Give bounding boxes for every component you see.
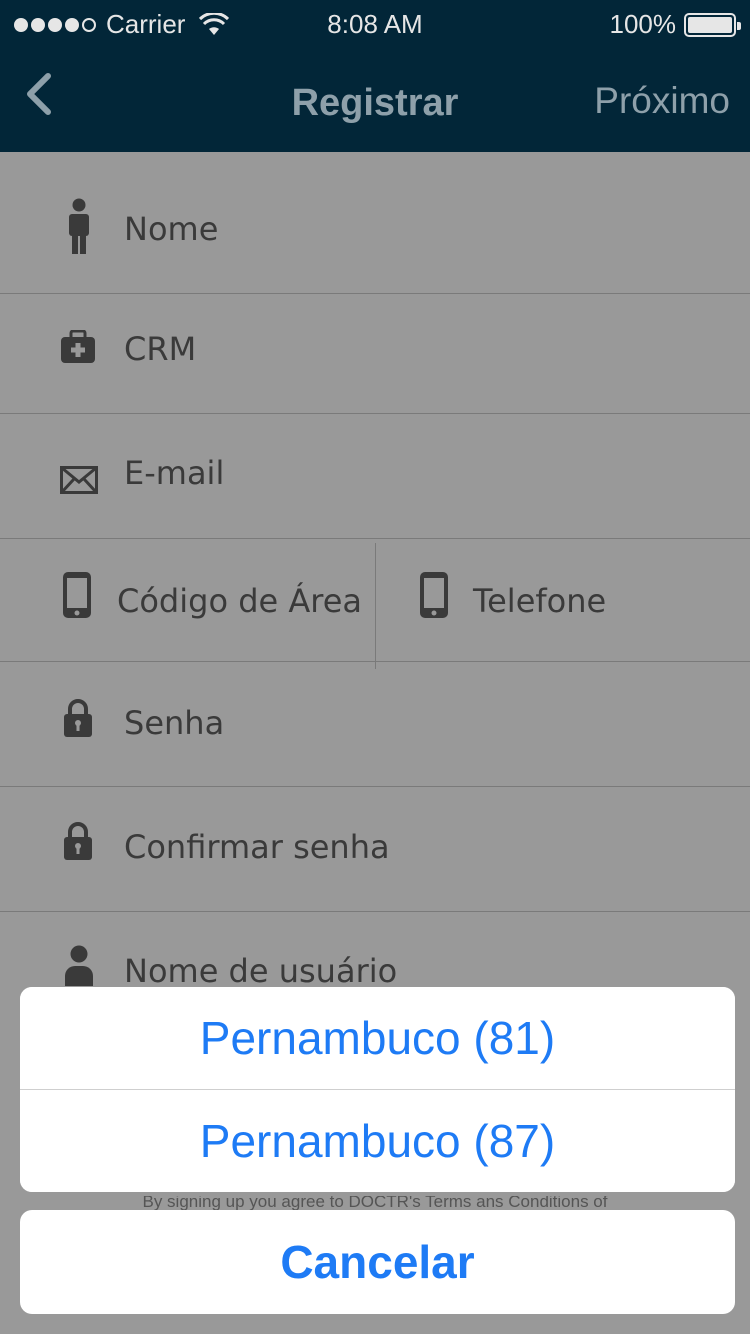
crm-placeholder: CRM — [124, 330, 197, 368]
phone-row: Código de Área Telefone — [0, 539, 750, 669]
next-button[interactable]: Próximo — [594, 80, 730, 122]
email-field[interactable]: E-mail — [0, 414, 750, 539]
nav-bar: Registrar Próximo — [0, 48, 750, 152]
crm-field[interactable]: CRM — [0, 294, 750, 414]
confirm-password-placeholder: Confirmar senha — [124, 828, 390, 866]
area-code-placeholder: Código de Área — [117, 582, 362, 620]
email-placeholder: E-mail — [124, 454, 225, 492]
phone-placeholder: Telefone — [473, 582, 607, 620]
medical-kit-icon — [61, 330, 95, 363]
password-placeholder: Senha — [124, 704, 225, 742]
terms-text: By signing up you agree to DOCTR's Terms… — [142, 1196, 608, 1210]
phone-field[interactable]: Telefone — [376, 539, 750, 661]
name-placeholder: Nome — [124, 210, 219, 248]
mobile-phone-icon — [420, 572, 448, 618]
cancel-button[interactable]: Cancelar — [20, 1210, 735, 1314]
name-field[interactable]: Nome — [0, 152, 750, 294]
status-bar: Carrier 8:08 AM 100% — [0, 0, 750, 48]
lock-icon — [64, 699, 92, 737]
user-icon — [65, 945, 93, 986]
person-icon — [69, 198, 89, 254]
battery-percent: 100% — [609, 9, 677, 39]
lock-icon — [64, 822, 92, 860]
option-pernambuco-81[interactable]: Pernambuco (81) — [20, 987, 735, 1089]
password-field[interactable]: Senha — [0, 662, 750, 787]
battery-icon — [684, 12, 741, 37]
option-pernambuco-87[interactable]: Pernambuco (87) — [20, 1090, 735, 1192]
envelope-icon — [60, 466, 98, 494]
area-code-field[interactable]: Código de Área — [0, 539, 375, 661]
action-sheet: Pernambuco (81) Pernambuco (87) — [20, 987, 735, 1192]
username-placeholder: Nome de usuário — [124, 952, 398, 990]
confirm-password-field[interactable]: Confirmar senha — [0, 787, 750, 912]
mobile-phone-icon — [63, 572, 91, 618]
